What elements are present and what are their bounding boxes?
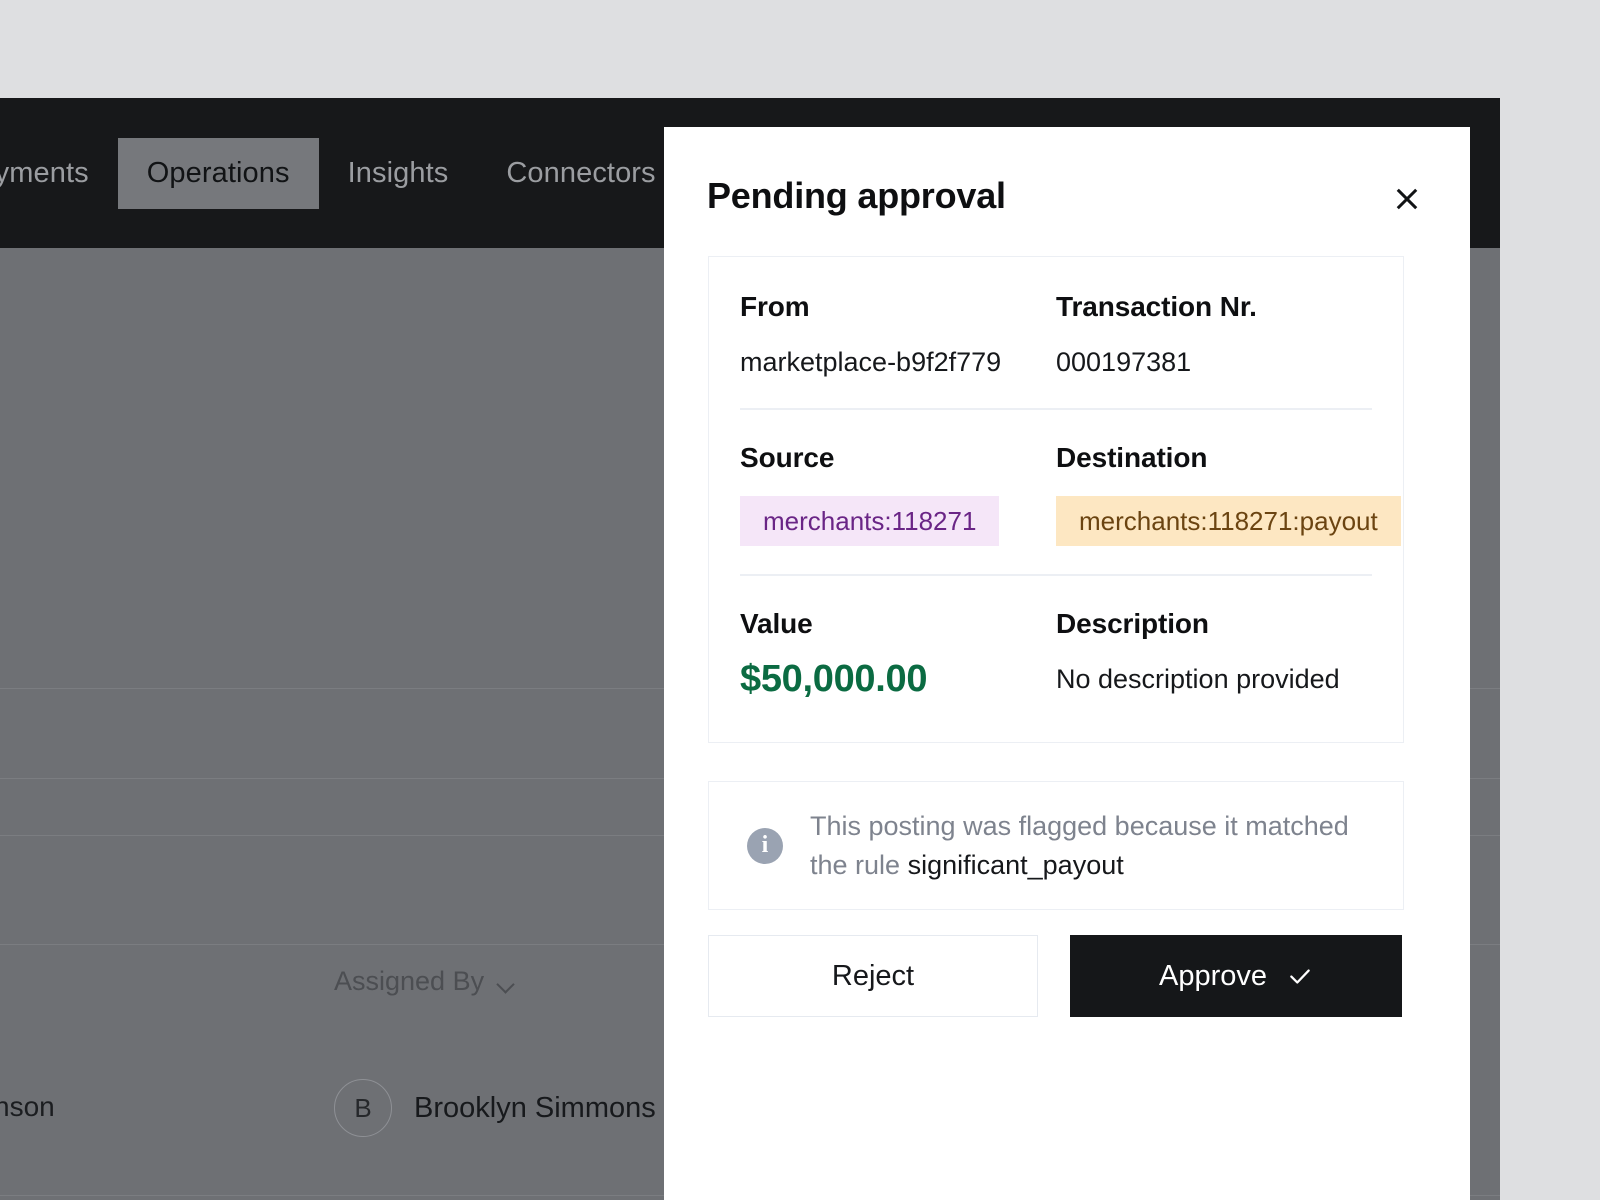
flag-notice-text: This posting was flagged because it matc…: [810, 807, 1365, 884]
transaction-amount: $50,000.00: [740, 657, 928, 700]
assignee-name: Brooklyn Simmons: [414, 1091, 656, 1124]
detail-label: Description: [1056, 607, 1209, 639]
table-cell-truncated: nson: [0, 1091, 55, 1122]
nav-tab-insights[interactable]: Insights: [319, 138, 478, 209]
nav-tab-payments[interactable]: Payments: [0, 138, 118, 209]
dialog-title: Pending approval: [707, 175, 1006, 216]
detail-row-from-transaction: From marketplace-b9f2f779 Transaction Nr…: [709, 257, 1403, 408]
flag-rule-name: significant_payout: [907, 849, 1124, 880]
detail-label: From: [740, 291, 810, 322]
detail-row-value-description: Value $50,000.00 Description No descript…: [709, 576, 1403, 735]
detail-field-source: Source merchants:118271: [740, 442, 1056, 547]
detail-label: Source: [740, 441, 835, 473]
screen: Payments Operations Insights Connectors …: [0, 0, 1600, 1200]
close-icon[interactable]: [1387, 179, 1427, 219]
chevron-down-icon: [498, 978, 515, 988]
transaction-description: No description provided: [1056, 663, 1340, 694]
detail-label: Value: [740, 607, 813, 639]
transaction-details-card: From marketplace-b9f2f779 Transaction Nr…: [708, 256, 1404, 743]
check-icon: [1287, 963, 1313, 989]
avatar: B: [334, 1079, 392, 1137]
detail-field-from: From marketplace-b9f2f779: [740, 291, 1056, 378]
pending-approval-dialog: Pending approval From marketplace-b9f2f7…: [664, 127, 1470, 1200]
detail-row-source-destination: Source merchants:118271 Destination merc…: [709, 410, 1403, 575]
column-header-label: Assigned By: [334, 966, 485, 996]
table-row[interactable]: B Brooklyn Simmons: [334, 1079, 656, 1137]
nav-tab-list: Payments Operations Insights Connectors: [0, 137, 685, 209]
dialog-actions: Reject Approve: [708, 935, 1404, 1017]
detail-value-transaction-nr: 000197381: [1056, 347, 1192, 377]
dialog-header: Pending approval: [664, 127, 1470, 256]
detail-label: Destination: [1056, 441, 1208, 473]
detail-field-transaction-nr: Transaction Nr. 000197381: [1056, 291, 1372, 378]
info-icon: i: [747, 827, 783, 864]
detail-field-value: Value $50,000.00: [740, 608, 1056, 701]
flag-notice-banner: i This posting was flagged because it ma…: [708, 781, 1404, 910]
source-account-chip[interactable]: merchants:118271: [740, 495, 1000, 547]
nav-tab-operations[interactable]: Operations: [117, 137, 319, 209]
approve-button-label: Approve: [1158, 959, 1267, 992]
detail-label: Transaction Nr.: [1056, 291, 1257, 322]
reject-button-label: Reject: [831, 959, 915, 992]
detail-field-description: Description No description provided: [1056, 608, 1372, 701]
nav-tab-connectors[interactable]: Connectors: [477, 138, 684, 209]
detail-value-from: marketplace-b9f2f779: [740, 347, 1002, 377]
approve-button[interactable]: Approve: [1070, 935, 1402, 1017]
destination-account-chip[interactable]: merchants:118271:payout: [1056, 495, 1401, 547]
column-header-assigned-by[interactable]: Assigned By: [334, 966, 515, 997]
detail-field-destination: Destination merchants:118271:payout: [1056, 441, 1401, 547]
reject-button[interactable]: Reject: [708, 935, 1038, 1017]
